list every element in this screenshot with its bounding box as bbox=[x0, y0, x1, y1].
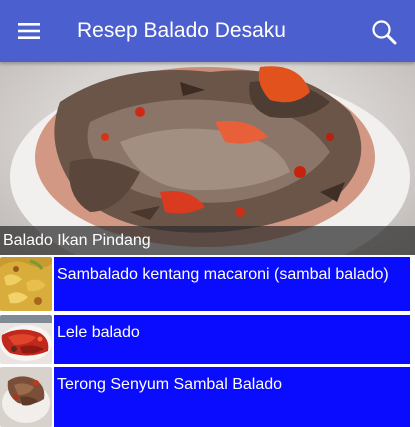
app-bar: Resep Balado Desaku bbox=[0, 0, 415, 62]
featured-recipe-card[interactable]: Balado Ikan Pindang bbox=[0, 62, 415, 255]
recipe-list: Sambalado kentang macaroni (sambal balad… bbox=[0, 255, 415, 427]
recipe-title: Sambalado kentang macaroni (sambal balad… bbox=[54, 257, 410, 311]
list-item[interactable]: Lele balado bbox=[0, 313, 415, 365]
search-icon[interactable] bbox=[364, 12, 404, 52]
list-item[interactable]: Sambalado kentang macaroni (sambal balad… bbox=[0, 255, 415, 313]
featured-recipe-title: Balado Ikan Pindang bbox=[0, 226, 415, 255]
hamburger-menu-icon[interactable] bbox=[10, 12, 48, 50]
list-item[interactable]: Terong Senyum Sambal Balado bbox=[0, 365, 415, 427]
recipe-title: Terong Senyum Sambal Balado bbox=[54, 367, 410, 427]
app-title: Resep Balado Desaku bbox=[77, 19, 286, 42]
potato-macaroni-thumbnail bbox=[0, 257, 52, 311]
catfish-balado-thumbnail bbox=[0, 315, 52, 364]
recipe-title: Lele balado bbox=[54, 315, 410, 364]
eggplant-balado-thumbnail bbox=[0, 367, 52, 427]
